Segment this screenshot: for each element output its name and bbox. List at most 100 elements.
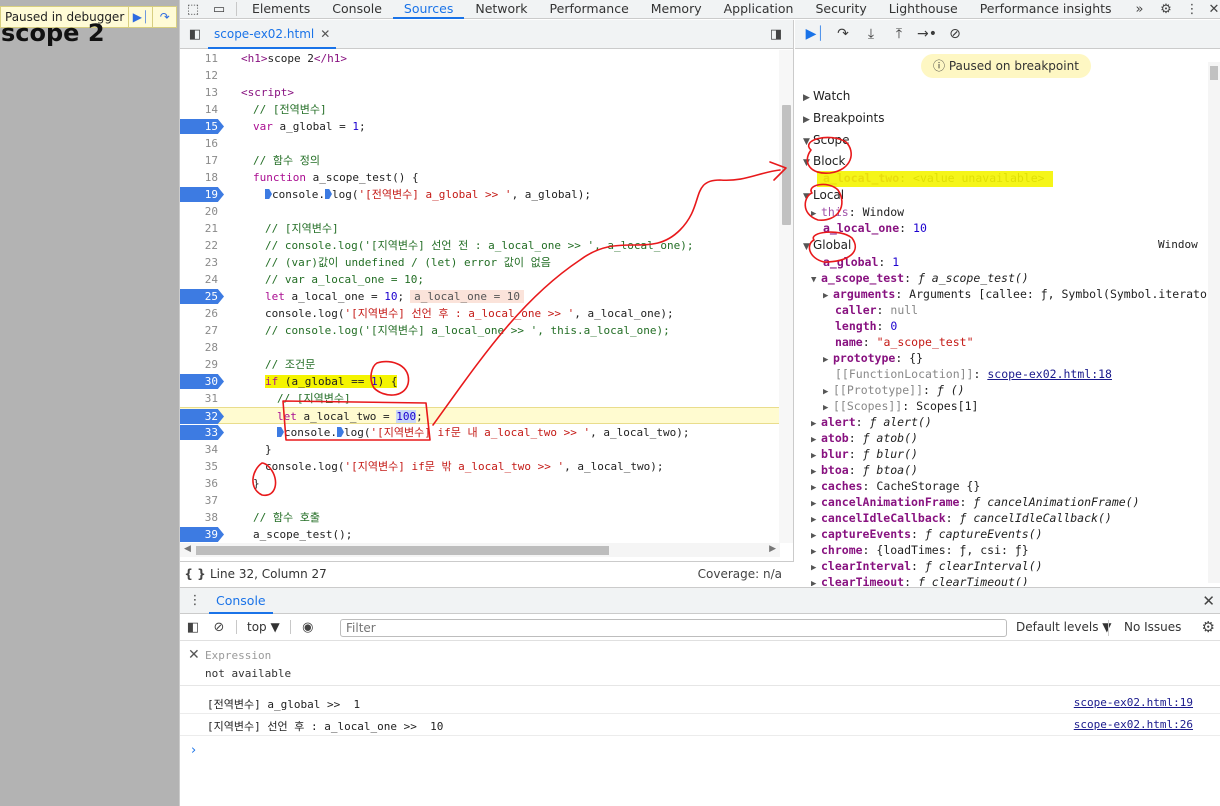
inspect-element-icon[interactable]: ⬚ <box>180 0 206 19</box>
breakpoint-line-number[interactable]: 39 <box>180 527 224 542</box>
log-source-link[interactable]: scope-ex02.html:19 <box>1074 696 1193 709</box>
code-line[interactable]: 28 <box>180 339 780 356</box>
breakpoint-line-number[interactable]: 30 <box>180 374 224 389</box>
code-line[interactable]: 13 <script> <box>180 84 780 101</box>
section-breakpoints[interactable]: ▶ Breakpoints <box>803 110 884 126</box>
local-var-row[interactable]: a_local_one: 10 <box>823 220 927 236</box>
scroll-right-arrow-icon[interactable]: ▶ <box>769 544 776 554</box>
log-source-link[interactable]: scope-ex02.html:26 <box>1074 718 1193 731</box>
toggle-debugger-icon[interactable]: ◨ <box>763 25 789 44</box>
section-scope[interactable]: ▼ Scope <box>803 132 850 148</box>
close-icon[interactable]: ✕ <box>188 647 200 663</box>
gear-icon[interactable]: ⚙ <box>1202 618 1215 636</box>
resume-icon[interactable]: ▶⏐ <box>128 7 152 27</box>
global-var-row[interactable]: ▶ captureEvents: ƒ captureEvents() <box>811 526 1043 542</box>
tab-console[interactable]: Console <box>321 0 393 19</box>
step-icon[interactable]: →• <box>913 20 941 49</box>
line-number[interactable]: 20 <box>180 204 224 219</box>
issues-button[interactable]: No Issues <box>1124 620 1181 634</box>
breakpoint-line-number[interactable]: 19 <box>180 187 224 202</box>
global-var-row[interactable]: ▶ btoa: ƒ btoa() <box>811 462 918 478</box>
device-toolbar-icon[interactable]: ▭ <box>206 0 232 19</box>
global-var-row[interactable]: name: "a_scope_test" <box>835 334 974 350</box>
global-var-row[interactable]: ▶ [[Prototype]]: ƒ () <box>823 382 965 398</box>
code-line[interactable]: 33 console. log('[지역변수] if문 내 a_local_two … <box>180 424 780 441</box>
tab-performance[interactable]: Performance <box>539 0 640 19</box>
code-line[interactable]: 16 <box>180 135 780 152</box>
code-editor[interactable]: 11 <h1>scope 2</h1> 12 13 <script> 14 // [전역변수… <box>180 50 794 543</box>
breakpoint-line-number[interactable]: 32 <box>180 409 224 424</box>
line-number[interactable]: 22 <box>180 238 224 253</box>
tab-performance-insights[interactable]: Performance insights <box>969 0 1123 19</box>
debugger-vertical-scrollbar[interactable] <box>1208 62 1220 583</box>
block-var-row[interactable]: a_local_two: <value unavailable> <box>823 170 1045 186</box>
filter-input[interactable] <box>340 619 1007 637</box>
line-number[interactable]: 18 <box>180 170 224 185</box>
code-line[interactable]: 18 function a_scope_test() { <box>180 169 780 186</box>
line-number[interactable]: 37 <box>180 493 224 508</box>
global-var-row[interactable]: ▶ prototype: {} <box>823 350 923 366</box>
code-line[interactable]: 22 // console.log('[지역변수] 선언 전 : a_local_… <box>180 237 780 254</box>
expression-placeholder[interactable]: Expression <box>205 649 271 662</box>
global-var-row[interactable]: ▼ a_scope_test: ƒ a_scope_test() <box>811 270 1029 286</box>
toggle-sidebar-icon[interactable]: ◧ <box>180 618 206 637</box>
code-line[interactable]: 37 <box>180 492 780 509</box>
global-var-row[interactable]: ▶ blur: ƒ blur() <box>811 446 918 462</box>
tab-memory[interactable]: Memory <box>640 0 713 19</box>
line-number[interactable]: 14 <box>180 102 224 117</box>
scrollbar-thumb[interactable] <box>782 105 791 225</box>
code-line[interactable]: 19 console. log('[전역변수] a_global >> ', a_g… <box>180 186 780 203</box>
eye-icon[interactable]: ◉ <box>295 618 321 637</box>
log-levels-dropdown[interactable]: Default levels ▼ <box>1016 620 1112 634</box>
code-line[interactable]: 29 // 조건문 <box>180 356 780 373</box>
tab-lighthouse[interactable]: Lighthouse <box>878 0 969 19</box>
close-tab-icon[interactable]: ✕ <box>320 27 330 41</box>
tab-network[interactable]: Network <box>464 0 538 19</box>
code-line[interactable]: 34} <box>180 441 780 458</box>
code-line[interactable]: 12 <box>180 67 780 84</box>
code-line[interactable]: 38 // 함수 호출 <box>180 509 780 526</box>
global-var-row[interactable]: ▶ clearTimeout: ƒ clearTimeout() <box>811 574 1029 586</box>
scope-local[interactable]: ▼ Local <box>803 187 844 203</box>
step-over-icon[interactable]: ↷ <box>829 20 857 49</box>
global-var-row[interactable]: ▶ atob: ƒ atob() <box>811 430 918 446</box>
line-number[interactable]: 24 <box>180 272 224 287</box>
deactivate-breakpoints-icon[interactable]: ⊘ <box>941 20 969 49</box>
code-line[interactable]: 35 console.log('[지역변수] if문 밖 a_local_two … <box>180 458 780 475</box>
drawer-menu-icon[interactable]: ⋮ <box>182 591 208 610</box>
line-number[interactable]: 11 <box>180 51 224 66</box>
context-select[interactable]: top ▼ <box>247 620 280 634</box>
more-tabs-icon[interactable]: » <box>1127 0 1153 19</box>
tab-console[interactable]: Console <box>209 588 273 614</box>
editor-vertical-scrollbar[interactable] <box>779 50 793 543</box>
resume-icon[interactable]: ▶⏐ <box>801 20 829 49</box>
line-number[interactable]: 12 <box>180 68 224 83</box>
global-var-row[interactable]: caller: null <box>835 302 918 318</box>
line-number[interactable]: 16 <box>180 136 224 151</box>
code-line[interactable]: 17 // 함수 정의 <box>180 152 780 169</box>
line-number[interactable]: 29 <box>180 357 224 372</box>
line-number[interactable]: 26 <box>180 306 224 321</box>
code-line[interactable]: 21 // [지역변수] <box>180 220 780 237</box>
scroll-left-arrow-icon[interactable]: ◀ <box>184 544 191 554</box>
code-line[interactable]: 23 // (var)값이 undefined / (let) error 값이 … <box>180 254 780 271</box>
code-line[interactable]: 14 // [전역변수] <box>180 101 780 118</box>
clear-console-icon[interactable]: ⊘ <box>206 618 232 637</box>
line-number[interactable]: 38 <box>180 510 224 525</box>
editor-horizontal-scrollbar[interactable]: ◀ ▶ <box>180 543 780 557</box>
gear-icon[interactable]: ⚙ <box>1153 0 1179 19</box>
local-var-row[interactable]: ▶ this: Window <box>811 204 904 220</box>
pretty-print-icon[interactable]: { } <box>180 567 210 581</box>
code-line[interactable]: 15 var a_global = 1; <box>180 118 780 135</box>
line-number[interactable]: 35 <box>180 459 224 474</box>
code-line[interactable]: 26 console.log('[지역변수] 선언 후 : a_local_one… <box>180 305 780 322</box>
code-line[interactable]: 24 // var a_local_one = 10; <box>180 271 780 288</box>
section-watch[interactable]: ▶ Watch <box>803 88 850 104</box>
global-var-row[interactable]: ▶ [[Scopes]]: Scopes[1] <box>823 398 978 414</box>
code-line[interactable]: 20 <box>180 203 780 220</box>
global-var-row[interactable]: a_global: 1 <box>823 254 899 270</box>
close-icon[interactable]: ✕ <box>1201 0 1220 19</box>
line-number[interactable]: 21 <box>180 221 224 236</box>
code-line[interactable]: 30 if (a_global == 1) { <box>180 373 780 390</box>
line-number[interactable]: 23 <box>180 255 224 270</box>
